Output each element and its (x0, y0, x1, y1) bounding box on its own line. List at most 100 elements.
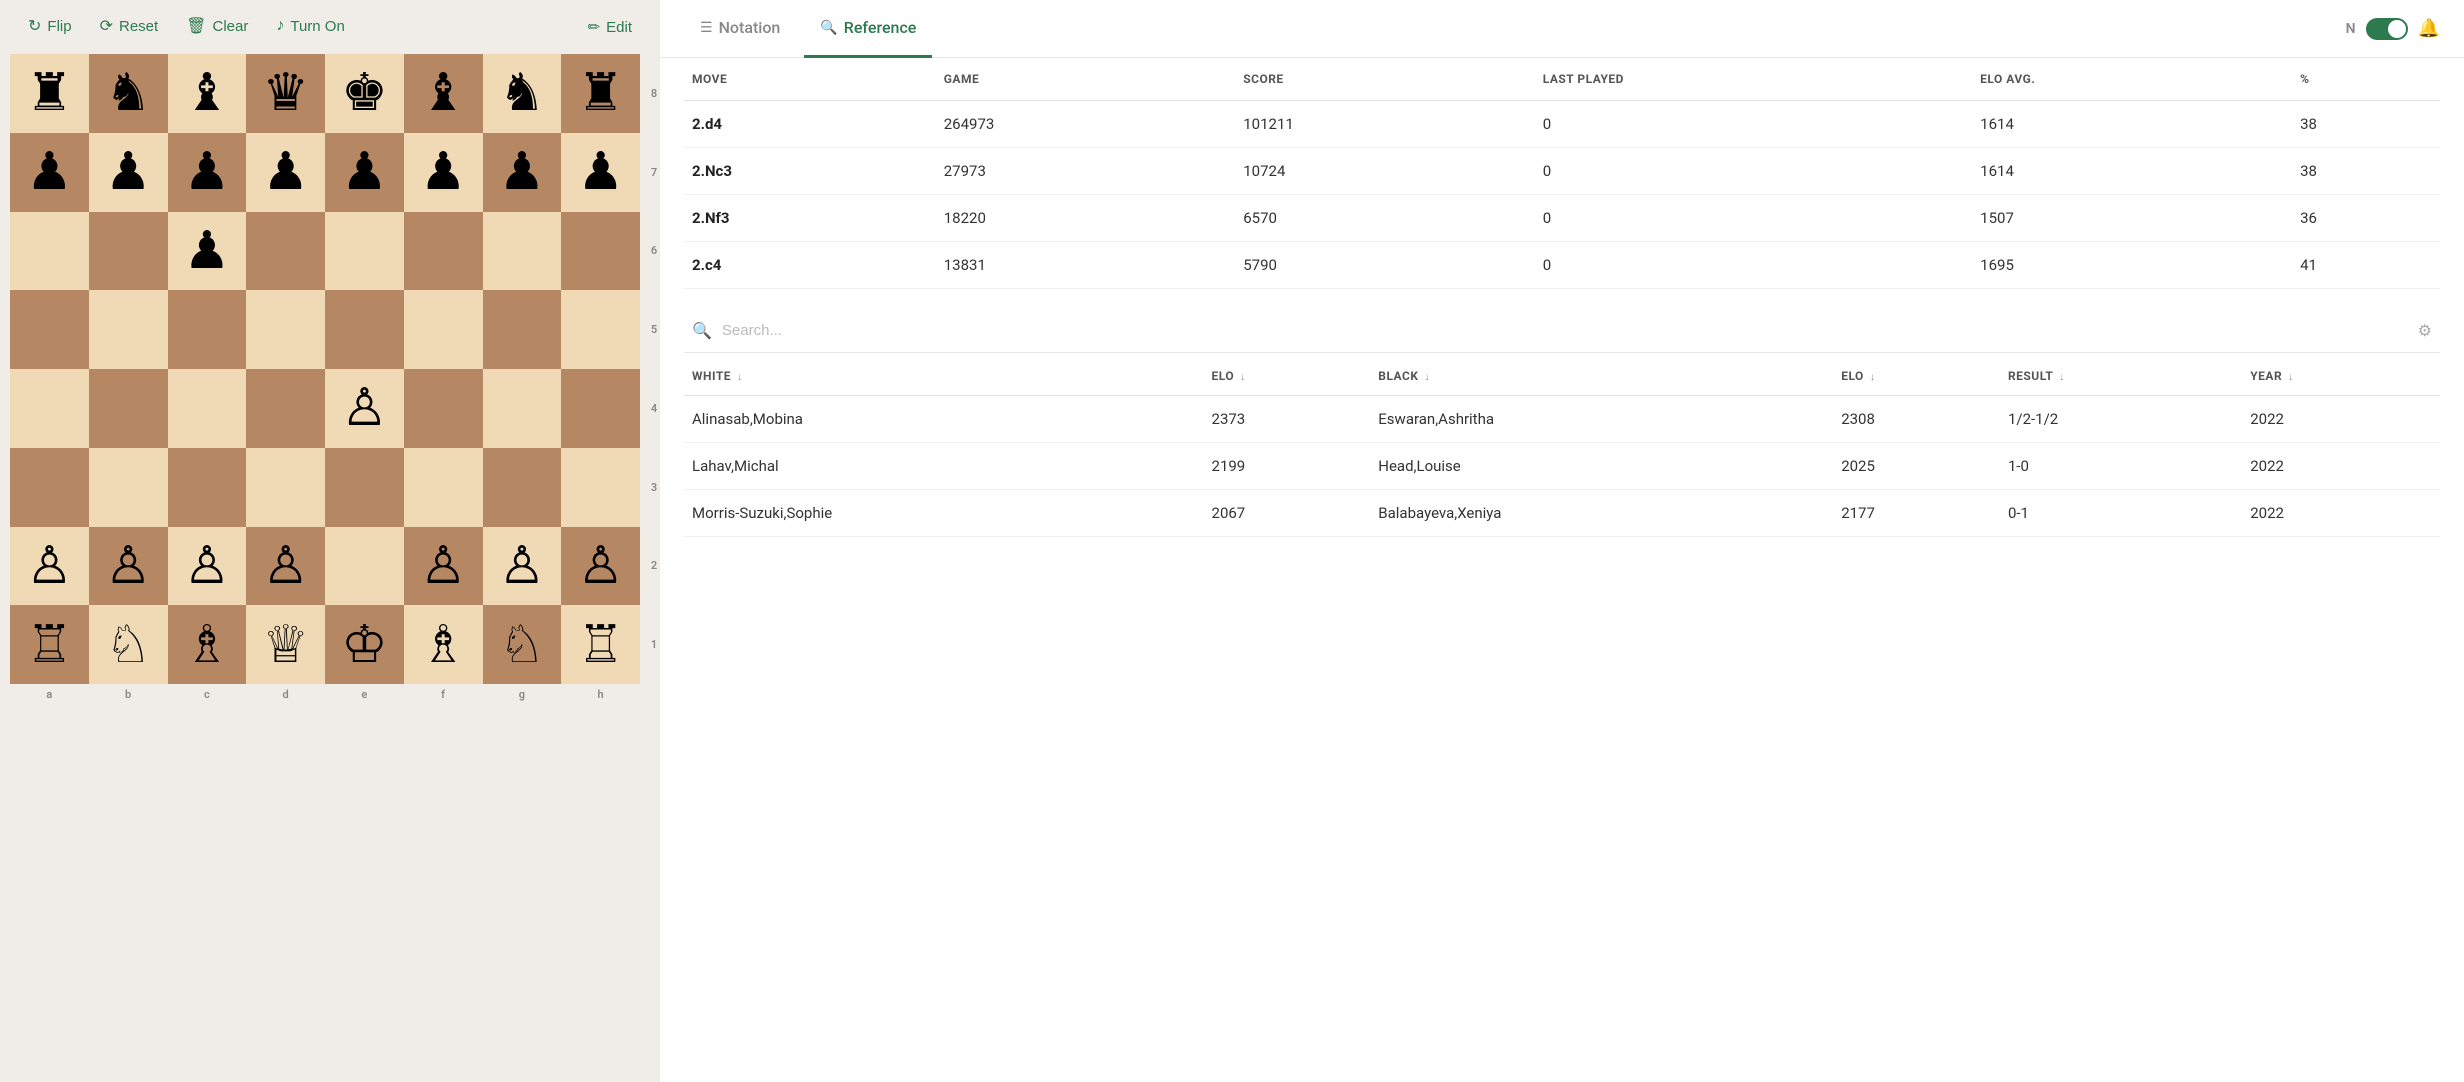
square-1e[interactable]: ♔ (325, 605, 404, 684)
square-5a[interactable] (10, 290, 89, 369)
square-4h[interactable] (561, 369, 640, 448)
sort-arrow-icon[interactable]: ↓ (2056, 372, 2065, 383)
square-4b[interactable] (89, 369, 168, 448)
games-cell: 0-1 (2000, 490, 2242, 537)
filter-icon[interactable]: ⚙ (2418, 321, 2432, 340)
games-row[interactable]: Morris-Suzuki,Sophie2067Balabayeva,Xeniy… (684, 490, 2440, 537)
square-2d[interactable]: ♙ (246, 527, 325, 606)
square-8a[interactable]: ♜ (10, 54, 89, 133)
piece: ♘ (105, 619, 152, 671)
square-1g[interactable]: ♘ (483, 605, 562, 684)
square-4g[interactable] (483, 369, 562, 448)
square-7d[interactable]: ♟ (246, 133, 325, 212)
toggle-switch[interactable] (2366, 18, 2408, 40)
games-row[interactable]: Alinasab,Mobina2373Eswaran,Ashritha23081… (684, 396, 2440, 443)
square-8g[interactable]: ♞ (483, 54, 562, 133)
square-6b[interactable] (89, 212, 168, 291)
square-6e[interactable] (325, 212, 404, 291)
moves-row[interactable]: 2.Nf31822065700150736 (684, 195, 2440, 242)
turn-on-button[interactable]: ♪ Turn On (264, 11, 356, 43)
square-5c[interactable] (168, 290, 247, 369)
square-6h[interactable] (561, 212, 640, 291)
sort-arrow-icon[interactable]: ↓ (1421, 372, 1430, 383)
piece: ♛ (262, 67, 309, 119)
square-8c[interactable]: ♝ (168, 54, 247, 133)
games-cell: 2022 (2242, 396, 2440, 443)
square-1c[interactable]: ♗ (168, 605, 247, 684)
piece: ♟ (420, 146, 467, 198)
square-3c[interactable] (168, 448, 247, 527)
square-6c[interactable]: ♟ (168, 212, 247, 291)
sort-arrow-icon[interactable]: ↓ (2285, 372, 2294, 383)
square-5e[interactable] (325, 290, 404, 369)
square-4f[interactable] (404, 369, 483, 448)
moves-row[interactable]: 2.c41383157900169541 (684, 242, 2440, 289)
moves-row[interactable]: 2.d42649731012110161438 (684, 101, 2440, 148)
square-8e[interactable]: ♚ (325, 54, 404, 133)
square-4d[interactable] (246, 369, 325, 448)
square-7h[interactable]: ♟ (561, 133, 640, 212)
square-2b[interactable]: ♙ (89, 527, 168, 606)
square-3g[interactable] (483, 448, 562, 527)
clear-button[interactable]: 🗑 Clear (174, 10, 260, 44)
file-label-f: f (404, 684, 483, 704)
square-3h[interactable] (561, 448, 640, 527)
square-7e[interactable]: ♟ (325, 133, 404, 212)
games-row[interactable]: Lahav,Michal2199Head,Louise20251-02022 (684, 443, 2440, 490)
square-4c[interactable] (168, 369, 247, 448)
square-8f[interactable]: ♝ (404, 54, 483, 133)
square-8d[interactable]: ♛ (246, 54, 325, 133)
square-6a[interactable] (10, 212, 89, 291)
tab-reference[interactable]: 🔍 Reference (804, 0, 932, 58)
square-6f[interactable] (404, 212, 483, 291)
square-4e[interactable]: ♙ (325, 369, 404, 448)
square-2a[interactable]: ♙ (10, 527, 89, 606)
moves-cell: 10724 (1235, 148, 1535, 195)
square-5b[interactable] (89, 290, 168, 369)
square-3b[interactable] (89, 448, 168, 527)
square-7g[interactable]: ♟ (483, 133, 562, 212)
square-1b[interactable]: ♘ (89, 605, 168, 684)
sort-arrow-icon[interactable]: ↓ (734, 372, 743, 383)
reset-button[interactable]: ⟳ Reset (88, 10, 171, 44)
moves-row[interactable]: 2.Nc327973107240161438 (684, 148, 2440, 195)
square-1f[interactable]: ♗ (404, 605, 483, 684)
square-1d[interactable]: ♕ (246, 605, 325, 684)
square-2c[interactable]: ♙ (168, 527, 247, 606)
square-7f[interactable]: ♟ (404, 133, 483, 212)
square-7a[interactable]: ♟ (10, 133, 89, 212)
flip-button[interactable]: ↻ Flip (16, 10, 84, 44)
square-5h[interactable] (561, 290, 640, 369)
sort-arrow-icon[interactable]: ↓ (1867, 372, 1876, 383)
square-2e[interactable] (325, 527, 404, 606)
square-7c[interactable]: ♟ (168, 133, 247, 212)
square-1h[interactable]: ♖ (561, 605, 640, 684)
search-input[interactable] (722, 322, 2408, 339)
moves-cell: 38 (2292, 148, 2440, 195)
square-2f[interactable]: ♙ (404, 527, 483, 606)
square-5f[interactable] (404, 290, 483, 369)
square-2g[interactable]: ♙ (483, 527, 562, 606)
square-2h[interactable]: ♙ (561, 527, 640, 606)
bell-icon[interactable]: 🔔 (2418, 18, 2440, 39)
square-7b[interactable]: ♟ (89, 133, 168, 212)
tab-notation[interactable]: ☰ Notation (684, 0, 796, 58)
piece: ♟ (105, 146, 152, 198)
moves-cell: 1695 (1972, 242, 2292, 289)
square-1a[interactable]: ♖ (10, 605, 89, 684)
square-5d[interactable] (246, 290, 325, 369)
moves-col-%: % (2292, 58, 2440, 101)
square-4a[interactable] (10, 369, 89, 448)
square-3d[interactable] (246, 448, 325, 527)
square-6d[interactable] (246, 212, 325, 291)
square-3e[interactable] (325, 448, 404, 527)
edit-button[interactable]: ✏ Edit (576, 12, 644, 42)
piece: ♟ (184, 146, 231, 198)
square-8b[interactable]: ♞ (89, 54, 168, 133)
square-3f[interactable] (404, 448, 483, 527)
sort-arrow-icon[interactable]: ↓ (1237, 372, 1246, 383)
square-8h[interactable]: ♜ (561, 54, 640, 133)
square-5g[interactable] (483, 290, 562, 369)
square-3a[interactable] (10, 448, 89, 527)
square-6g[interactable] (483, 212, 562, 291)
